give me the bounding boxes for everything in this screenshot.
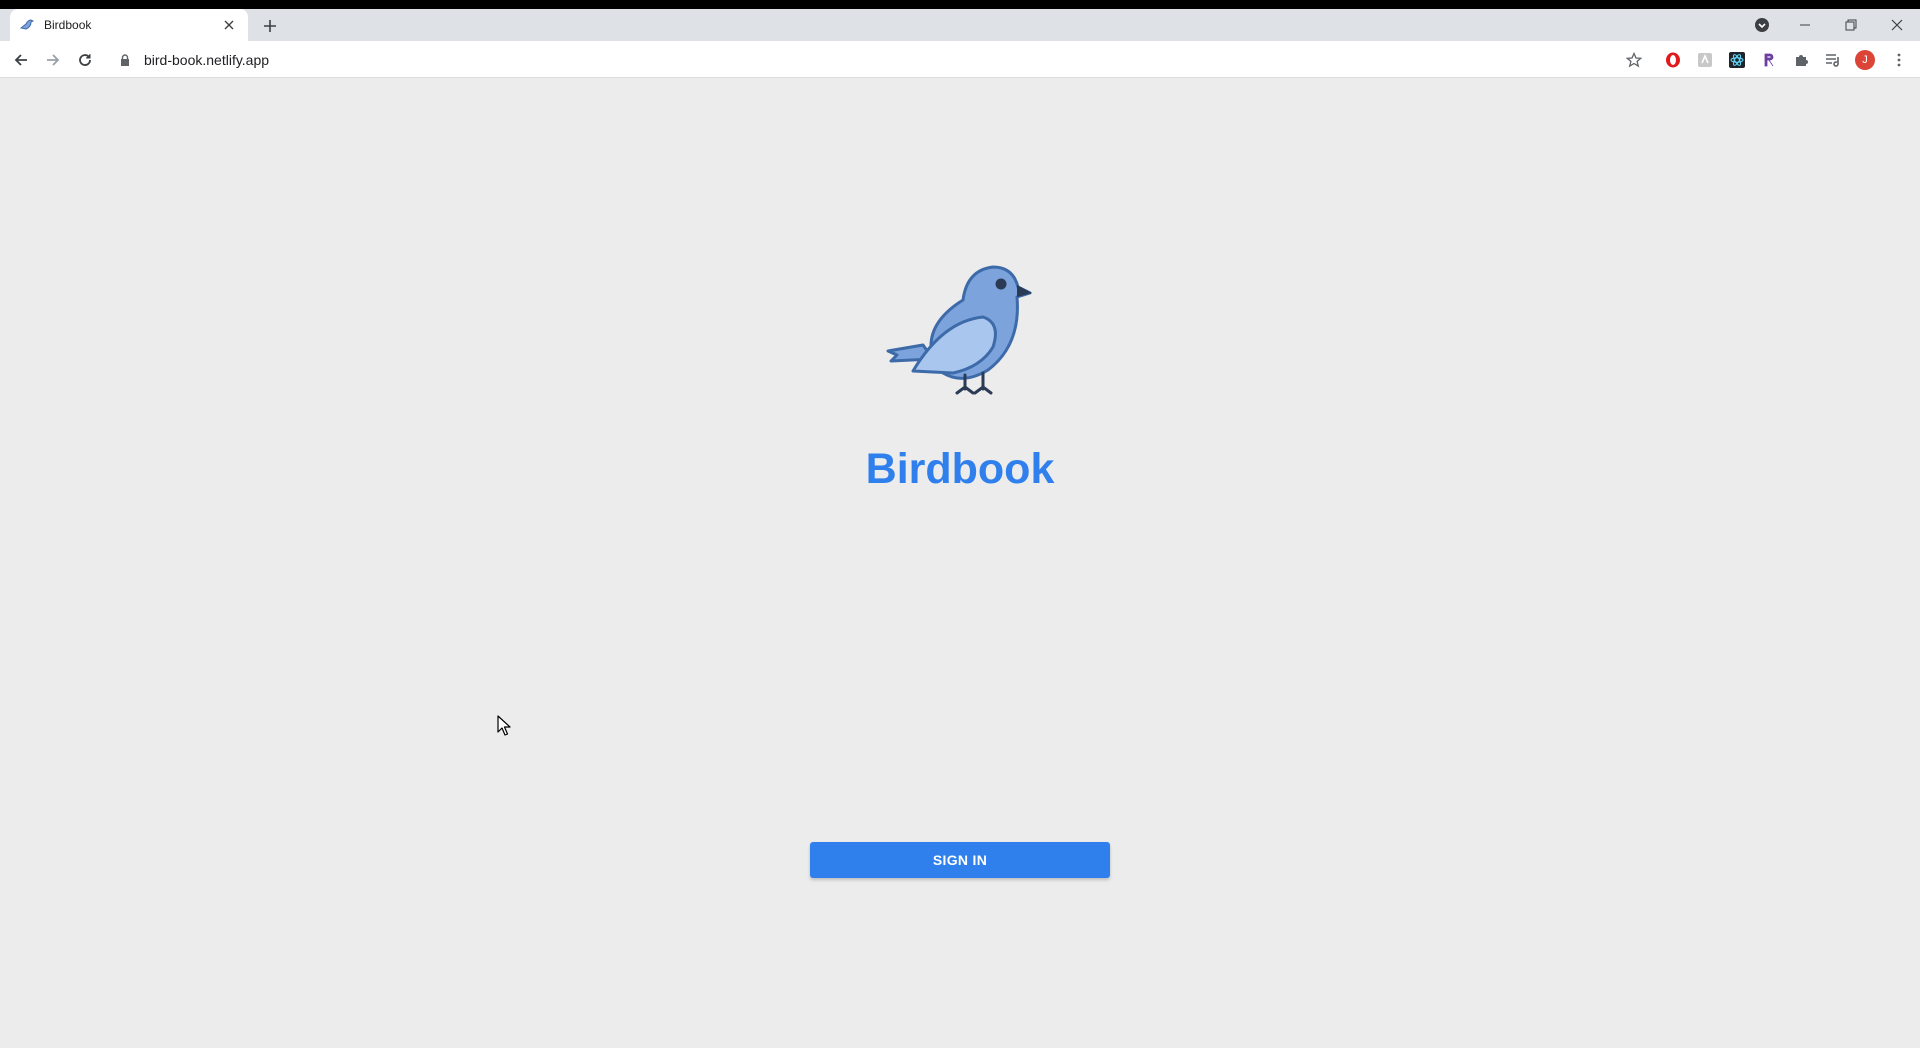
url-text: bird-book.netlify.app bbox=[144, 51, 270, 68]
browser-tab[interactable]: Birdbook bbox=[10, 9, 248, 41]
bird-favicon-icon bbox=[20, 17, 36, 33]
tab-title: Birdbook bbox=[44, 18, 92, 32]
forward-arrow-icon[interactable] bbox=[39, 46, 67, 74]
bird-logo-icon bbox=[886, 265, 1032, 395]
minimize-icon[interactable] bbox=[1782, 9, 1828, 41]
profile-initial: J bbox=[1862, 54, 1868, 66]
browser-tab-bar: Birdbook bbox=[0, 9, 1920, 41]
puzzle-icon[interactable] bbox=[1790, 49, 1812, 71]
address-bar[interactable]: bird-book.netlify.app bbox=[110, 45, 1650, 74]
opera-icon[interactable] bbox=[1662, 49, 1684, 71]
r-extension-icon[interactable] bbox=[1758, 49, 1780, 71]
react-devtools-icon[interactable] bbox=[1726, 49, 1748, 71]
screen-top-strip bbox=[0, 0, 1920, 9]
page-content: Birdbook SIGN IN bbox=[0, 78, 1920, 1048]
page-title: Birdbook bbox=[865, 445, 1055, 493]
tab-search-icon[interactable] bbox=[1742, 9, 1782, 41]
mouse-cursor-icon bbox=[497, 715, 511, 736]
tab-close-icon[interactable] bbox=[220, 16, 238, 34]
new-tab-plus-icon[interactable] bbox=[259, 15, 281, 37]
profile-avatar[interactable]: J bbox=[1854, 49, 1876, 71]
kebab-menu-icon[interactable] bbox=[1888, 49, 1910, 71]
media-queue-icon[interactable] bbox=[1822, 49, 1844, 71]
back-arrow-icon[interactable] bbox=[7, 46, 35, 74]
reload-icon[interactable] bbox=[71, 46, 99, 74]
restore-icon[interactable] bbox=[1828, 9, 1874, 41]
sign-in-button[interactable]: SIGN IN bbox=[810, 842, 1110, 878]
window-controls bbox=[1742, 9, 1920, 41]
lock-icon bbox=[120, 53, 134, 67]
extension-generic-icon[interactable] bbox=[1694, 49, 1716, 71]
window-close-icon[interactable] bbox=[1874, 9, 1920, 41]
browser-toolbar: bird-book.netlify.app J bbox=[0, 41, 1920, 78]
bookmark-star-icon[interactable] bbox=[1620, 46, 1648, 74]
